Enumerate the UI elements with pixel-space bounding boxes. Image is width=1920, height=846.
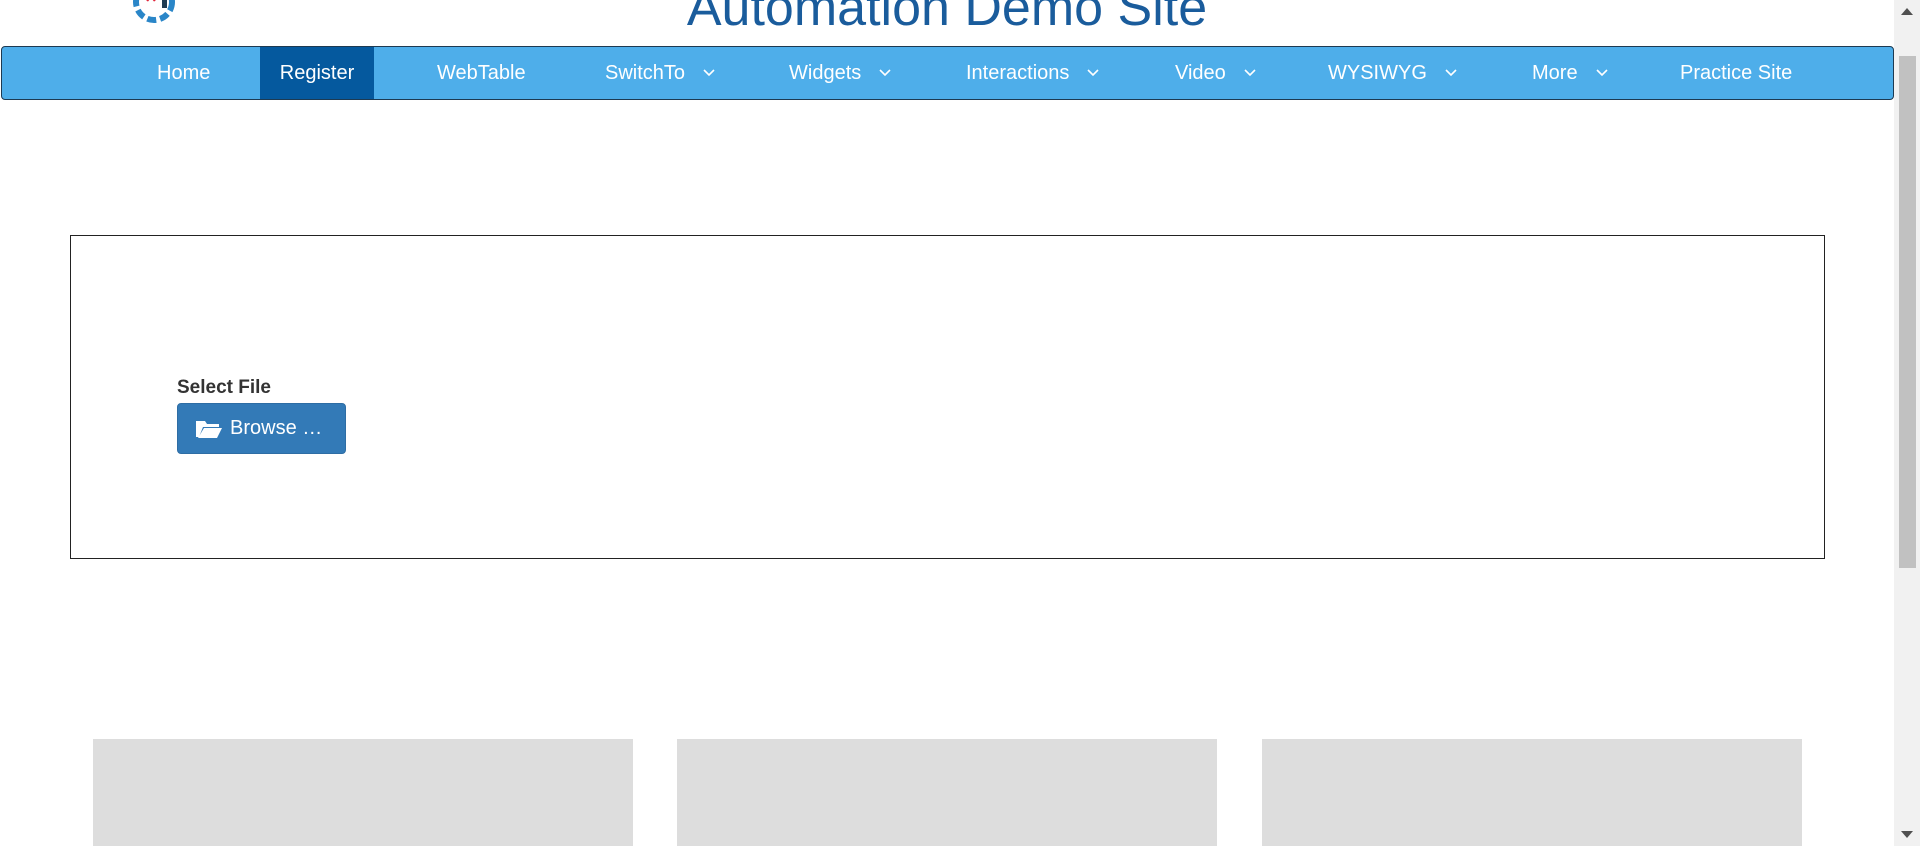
nav-home[interactable]: Home [157,47,260,99]
chevron-down-icon [1596,69,1608,77]
page-title: Automation Demo Site [686,0,1208,37]
nav-switchto-label: SwitchTo [605,61,686,84]
nav-interactions[interactable]: Interactions [966,47,1175,99]
nav-more[interactable]: More [1532,47,1680,99]
scroll-up-icon[interactable] [1901,8,1913,15]
select-file-label: Select File [177,377,271,398]
scroll-down-icon[interactable] [1901,831,1913,838]
nav-video[interactable]: Video [1175,47,1328,99]
nav-webtable[interactable]: WebTable [374,47,605,99]
placeholder-card [1262,739,1802,846]
nav-register[interactable]: Register [260,47,374,99]
nav-widgets[interactable]: Widgets [789,47,966,99]
nav-widgets-label: Widgets [789,61,862,84]
nav-wysiwyg[interactable]: WYSIWYG [1328,47,1532,99]
nav-video-label: Video [1175,61,1226,84]
browse-button[interactable]: Browse … [177,403,346,454]
nav-switchto[interactable]: SwitchTo [605,47,789,99]
nav-webtable-label: WebTable [437,61,526,84]
nav-wysiwyg-label: WYSIWYG [1328,61,1427,84]
nav-practice-site-label: Practice Site [1680,61,1793,84]
chevron-down-icon [703,69,715,77]
nav-more-label: More [1532,61,1578,84]
chevron-down-icon [1445,69,1457,77]
placeholder-card [93,739,633,846]
nav-practice-site[interactable]: Practice Site [1680,47,1792,99]
placeholder-card [677,739,1217,846]
nav-register-label: Register [279,61,355,84]
scroll-thumb[interactable] [1899,56,1916,568]
vertical-scrollbar[interactable] [1894,0,1920,846]
main-navbar: Home Register WebTable SwitchTo Widgets … [1,46,1894,100]
file-upload-panel: Select File Browse … [70,235,1825,559]
folder-open-icon [195,418,223,440]
nav-interactions-label: Interactions [966,61,1070,84]
browse-button-label: Browse … [230,417,323,439]
nav-home-label: Home [157,61,211,84]
chevron-down-icon [1087,69,1099,77]
chevron-down-icon [1244,69,1256,77]
chevron-down-icon [879,69,891,77]
